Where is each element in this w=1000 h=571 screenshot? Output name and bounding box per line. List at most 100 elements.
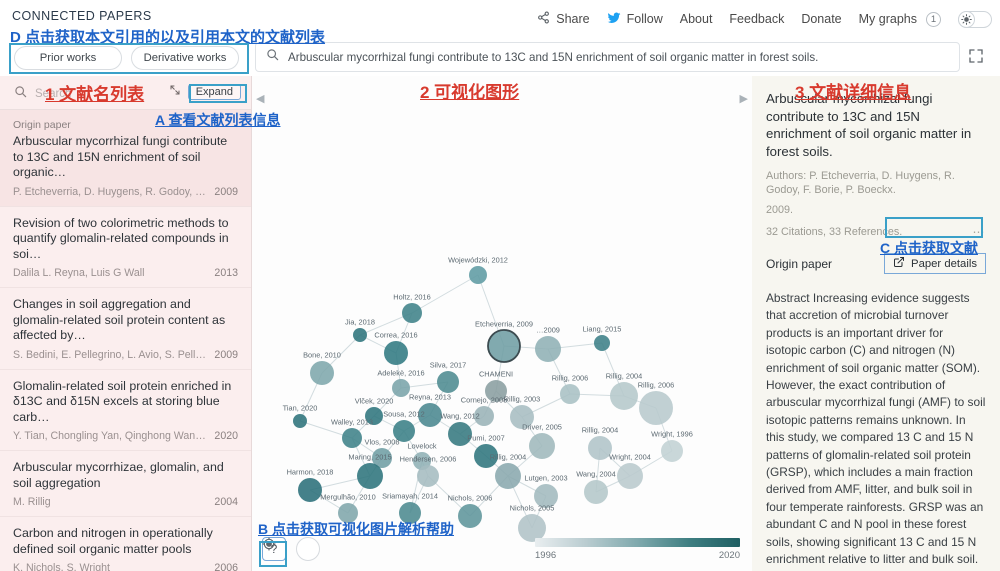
graph-node[interactable] — [357, 463, 383, 489]
paper-year: 2013 — [214, 267, 238, 279]
top-navigation: Share Follow About Feedback Donate My gr… — [537, 0, 992, 38]
graph-node[interactable] — [474, 444, 498, 468]
nav-my-graphs[interactable]: My graphs 1 — [858, 11, 941, 27]
search-input[interactable]: Arbuscular mycorrhizal fungi contribute … — [255, 42, 960, 72]
detail-authors: Authors: P. Etcheverria, D. Huygens, R. … — [766, 170, 955, 196]
chevron-right-icon[interactable]: ▶ — [740, 92, 748, 105]
graph-node[interactable] — [365, 407, 383, 425]
list-item[interactable]: Arbuscular mycorrhizae, glomalin, and so… — [0, 451, 251, 517]
year-legend-labels: 1996 2020 — [535, 550, 740, 561]
graph-node[interactable] — [661, 440, 683, 462]
graph-node[interactable] — [402, 303, 422, 323]
graph-node[interactable] — [448, 422, 472, 446]
fullscreen-icon[interactable] — [968, 48, 986, 66]
graph-node[interactable] — [560, 384, 580, 404]
nav-donate[interactable]: Donate — [801, 12, 841, 26]
nav-share[interactable]: Share — [537, 11, 590, 27]
search-input-value: Arbuscular mycorrhizal fungi contribute … — [288, 50, 819, 64]
list-item[interactable]: Origin paper Arbuscular mycorrhizal fung… — [0, 110, 251, 207]
brand-logo[interactable]: CONNECTED PAPERS — [12, 9, 152, 23]
origin-paper-tag: Origin paper — [13, 119, 71, 131]
paper-meta: K. Nichols, S. Wright 2006 — [13, 562, 238, 571]
list-item[interactable]: Revision of two colorimetric methods to … — [0, 207, 251, 288]
graph-node[interactable] — [458, 504, 482, 528]
detail-title: Arbuscular mycorrhizal fungi contribute … — [766, 91, 972, 159]
graph-node[interactable] — [588, 436, 612, 460]
paper-year: 2006 — [214, 562, 238, 571]
ellipsis-icon[interactable]: ⋯ — [973, 225, 987, 239]
graph-node[interactable] — [485, 380, 507, 402]
paper-authors: Y. Tian, Chongling Yan, Qinghong Wang, W… — [13, 430, 207, 442]
graph-node[interactable] — [474, 406, 494, 426]
graph-node[interactable] — [610, 382, 638, 410]
graph-node[interactable] — [495, 463, 521, 489]
detail-citations: 32 Citations, 33 References. — [766, 226, 903, 238]
paper-list[interactable]: Origin paper Arbuscular mycorrhizal fung… — [0, 110, 251, 571]
paper-authors: S. Bedini, E. Pellegrino, L. Avio, S. Pe… — [13, 348, 206, 361]
prior-works-button[interactable]: Prior works — [14, 46, 122, 70]
search-icon — [266, 48, 279, 66]
graph-node[interactable] — [487, 329, 521, 363]
share-icon — [537, 11, 550, 27]
graph-node[interactable] — [310, 361, 334, 385]
paper-title: Revision of two colorimetric methods to … — [13, 215, 229, 261]
chevron-left-icon[interactable]: ◀ — [256, 92, 264, 105]
detail-origin-label: Origin paper — [766, 256, 833, 271]
graph-node[interactable] — [510, 405, 534, 429]
sidebar-search-placeholder: Search — [35, 88, 72, 100]
graph-node[interactable] — [293, 414, 307, 428]
graph-node[interactable] — [437, 371, 459, 393]
graph-node[interactable] — [338, 503, 358, 523]
paper-details-button[interactable]: Paper details — [884, 253, 986, 274]
graph-node[interactable] — [392, 379, 410, 397]
detail-citations-row: 32 Citations, 33 References. ⋯ — [766, 225, 986, 239]
graph-node[interactable] — [469, 266, 487, 284]
detail-abstract: Abstract Increasing evidence suggests th… — [766, 291, 986, 571]
my-graphs-count-badge: 1 — [926, 11, 941, 27]
search-row: Arbuscular mycorrhizal fungi contribute … — [255, 42, 1000, 74]
graph-node[interactable] — [529, 433, 555, 459]
legend-min-year: 1996 — [535, 550, 557, 561]
list-item[interactable]: Changes in soil aggregation and glomalin… — [0, 288, 251, 370]
nav-my-graphs-label: My graphs — [858, 12, 917, 26]
focus-icon[interactable] — [262, 537, 320, 561]
graph-node[interactable] — [384, 341, 408, 365]
paper-title: Changes in soil aggregation and glomalin… — [13, 297, 226, 342]
nav-feedback[interactable]: Feedback — [729, 12, 784, 26]
graph-node[interactable] — [639, 391, 673, 425]
graph-node[interactable] — [417, 465, 439, 487]
graph-node[interactable] — [617, 463, 643, 489]
graph-node[interactable] — [534, 484, 558, 508]
graph-node[interactable] — [353, 328, 367, 342]
derivative-works-button[interactable]: Derivative works — [131, 46, 239, 70]
graph-node[interactable] — [298, 478, 322, 502]
graph-node[interactable] — [418, 403, 442, 427]
nav-about-label: About — [679, 12, 713, 26]
list-item[interactable]: Glomalin-related soil protein enriched i… — [0, 370, 251, 451]
paper-authors: Dalila L. Reyna, Luis G Wall — [13, 267, 145, 279]
year-legend: 1996 2020 — [535, 538, 740, 561]
graph-node[interactable] — [594, 335, 610, 351]
theme-toggle[interactable] — [958, 10, 992, 28]
graph-node[interactable] — [584, 480, 608, 504]
graph-node[interactable] — [399, 502, 421, 524]
graph-tools: ? — [262, 537, 320, 561]
expand-button[interactable]: Expand — [187, 84, 241, 100]
graph-node[interactable] — [342, 428, 362, 448]
sidebar-search-input[interactable]: Search — [14, 85, 71, 103]
nav-about[interactable]: About — [680, 12, 713, 26]
list-item[interactable]: Carbon and nitrogen in operationally def… — [0, 517, 251, 571]
paper-title: Arbuscular mycorrhizal fungi contribute … — [13, 134, 228, 179]
detail-year: 2009. — [766, 204, 794, 216]
graph-node[interactable] — [535, 336, 561, 362]
paper-year: 2009 — [214, 185, 238, 198]
sidebar-expand-controls: Expand — [169, 83, 241, 101]
expand-icon[interactable] — [169, 83, 181, 101]
nav-follow[interactable]: Follow — [607, 11, 663, 28]
paper-title: Carbon and nitrogen in operationally def… — [13, 526, 213, 556]
graph-canvas[interactable]: Wojewódzki, 2012 Holtz, 2016 Jia, 2018 Corr… — [252, 76, 752, 571]
works-filter-pills: Prior works Derivative works — [14, 46, 239, 70]
paper-details-label: Paper details — [911, 257, 977, 270]
paper-authors: P. Etcheverria, D. Huygens, R. Godoy, F.… — [13, 185, 206, 198]
graph-node[interactable] — [393, 420, 415, 442]
